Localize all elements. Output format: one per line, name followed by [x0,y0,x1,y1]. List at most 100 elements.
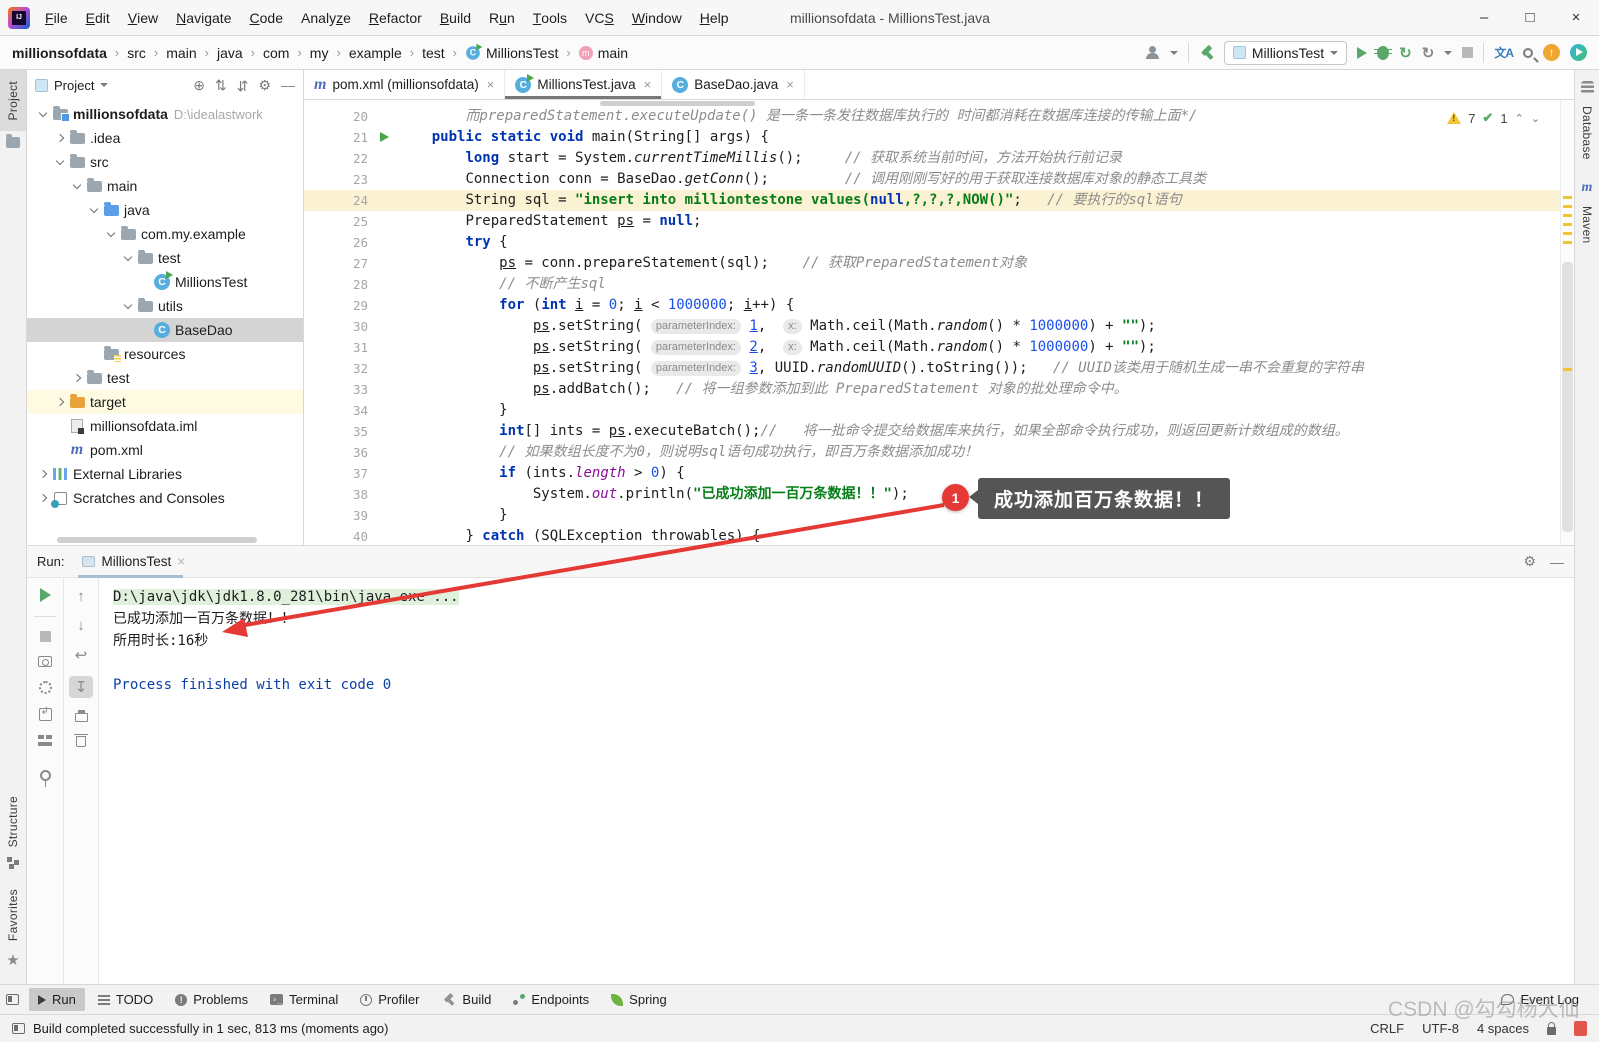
encoding-selector[interactable]: UTF-8 [1422,1021,1459,1036]
run-console-tab[interactable]: MillionsTest × [74,546,193,578]
inspection-widget[interactable]: 7 ✔ 1 ⌃ ⌄ [1447,110,1540,126]
breadcrumb-item-src[interactable]: src [127,45,146,61]
project-hscrollbar[interactable] [57,537,257,543]
code-line-30[interactable]: 30 ps.setString( parameterIndex: 1, x: M… [304,316,1574,337]
run-button[interactable] [1357,47,1367,59]
tree-chevron[interactable] [35,495,51,501]
update-icon[interactable]: ↑ [1543,44,1560,61]
minimize-button[interactable]: – [1461,0,1507,36]
menu-item-tools[interactable]: Tools [524,0,576,36]
toolwindow-button-build[interactable]: Build [432,988,500,1011]
tree-item-resources[interactable]: resources [27,342,303,366]
tree-item-com-my-example[interactable]: com.my.example [27,222,303,246]
tree-item-test[interactable]: test [27,246,303,270]
tab-close-icon[interactable]: × [644,77,652,92]
scroll-to-end-button[interactable]: ↧ [69,676,93,698]
tree-item-utils[interactable]: utils [27,294,303,318]
run-hide-icon[interactable]: — [1550,554,1564,570]
down-stack-button[interactable]: ↓ [77,617,85,634]
breadcrumb-item-test[interactable]: test [422,45,445,61]
code-line-29[interactable]: 29 for (int i = 0; i < 1000000; i++) { [304,295,1574,316]
code-line-37[interactable]: 37 if (ints.length > 0) { [304,463,1574,484]
debug-button[interactable] [1377,46,1389,60]
toolwindow-button-todo[interactable]: TODO [89,988,162,1011]
tree-chevron[interactable] [52,161,68,164]
menu-item-code[interactable]: Code [240,0,292,36]
menu-item-build[interactable]: Build [431,0,480,36]
rerun-button[interactable] [40,588,51,602]
menu-item-vcs[interactable]: VCS [576,0,623,36]
tree-chevron[interactable] [69,185,85,188]
breadcrumb-item-millionsofdata[interactable]: millionsofdata [12,45,107,61]
tree-item-src[interactable]: src [27,150,303,174]
sidebar-tab-maven[interactable]: m Maven [1575,171,1599,255]
breadcrumb-item-millionstest[interactable]: CMillionsTest [465,45,558,61]
code-line-33[interactable]: 33 ps.addBatch(); // 将一组参数添加到此 PreparedS… [304,379,1574,400]
tab-close-icon[interactable]: × [786,77,794,92]
code-line-32[interactable]: 32 ps.setString( parameterIndex: 3, UUID… [304,358,1574,379]
collapse-all-icon[interactable]: ⇅ [237,77,249,94]
tree-item-target[interactable]: target [27,390,303,414]
tree-chevron[interactable] [35,113,51,116]
sidebar-tab-favorites[interactable]: Favorites ★ [0,878,26,978]
hide-panel-icon[interactable]: — [281,77,295,93]
prev-warning-icon[interactable]: ⌃ [1515,112,1524,125]
menu-item-help[interactable]: Help [691,0,738,36]
run-config-selector[interactable]: MillionsTest [1224,41,1347,65]
profiler-dropdown-icon[interactable] [1444,51,1452,55]
code-line-31[interactable]: 31 ps.setString( parameterIndex: 2, x: M… [304,337,1574,358]
next-warning-icon[interactable]: ⌄ [1531,112,1540,125]
code-line-24[interactable]: 24 String sql = "insert into milliontest… [304,190,1574,211]
search-everywhere-icon[interactable] [1523,48,1533,58]
run-settings-icon[interactable]: ⚙ [1523,553,1536,570]
menu-item-navigate[interactable]: Navigate [167,0,240,36]
tree-item-millionsofdata-iml[interactable]: millionsofdata.iml [27,414,303,438]
project-view-label[interactable]: Project [54,78,94,93]
run-line-icon[interactable] [380,132,389,142]
tab-pom-xml-millionsofdata-[interactable]: mpom.xml (millionsofdata)× [304,70,505,99]
stop-button[interactable] [1462,47,1473,58]
tree-chevron[interactable] [52,135,68,141]
tree-item-scratches-and-consoles[interactable]: Scratches and Consoles [27,486,303,510]
restore-layout-button[interactable] [38,735,52,746]
profiler-button[interactable]: ↻ [1422,44,1435,62]
tree-item-main[interactable]: main [27,174,303,198]
sidebar-tab-project[interactable]: Project [0,70,26,131]
code-line-25[interactable]: 25 PreparedStatement ps = null; [304,211,1574,232]
expand-all-icon[interactable]: ⇅ [215,77,227,94]
folder-stripe-icon[interactable] [6,137,20,148]
tree-chevron[interactable] [120,257,136,260]
toolwindow-button-spring[interactable]: Spring [602,988,676,1011]
tree-chevron[interactable] [69,375,85,381]
code-line-34[interactable]: 34 } [304,400,1574,421]
code-line-27[interactable]: 27 ps = conn.prepareStatement(sql); // 获… [304,253,1574,274]
code-line-26[interactable]: 26 try { [304,232,1574,253]
breadcrumb-item-main[interactable]: main [166,45,196,61]
code-line-22[interactable]: 22 long start = System.currentTimeMillis… [304,148,1574,169]
build-project-icon[interactable] [1199,45,1214,60]
vcs-user-icon[interactable] [1145,46,1160,60]
maximize-button[interactable]: □ [1507,0,1553,36]
tree-item-basedao[interactable]: CBaseDao [27,318,303,342]
code-line-38[interactable]: 38 System.out.println("已成功添加一百万条数据！！"); [304,484,1574,505]
coverage-button[interactable]: ↻ [1399,44,1412,62]
project-view-dropdown-icon[interactable] [100,83,108,87]
soft-wrap-button[interactable]: ↩ [75,646,88,664]
sidebar-tab-structure[interactable]: Structure [0,785,26,878]
menu-item-file[interactable]: File [36,0,77,36]
tree-item-pom-xml[interactable]: mpom.xml [27,438,303,462]
toolwindow-button-run[interactable]: Run [29,988,85,1011]
tree-item-java[interactable]: java [27,198,303,222]
plugin-icon[interactable] [1570,44,1587,61]
lock-icon[interactable] [1547,1027,1556,1035]
code-line-23[interactable]: 23 Connection conn = BaseDao.getConn(); … [304,169,1574,190]
project-settings-icon[interactable]: ⚙ [258,77,271,94]
code-line-40[interactable]: 40 } catch (SQLException throwables) { [304,526,1574,545]
tab-close-icon[interactable]: × [487,77,495,92]
indent-selector[interactable]: 4 spaces [1477,1021,1529,1036]
toolwindow-button-profiler[interactable]: Profiler [351,988,428,1011]
pin-tab-button[interactable] [40,770,51,781]
tree-item--idea[interactable]: .idea [27,126,303,150]
coverage-settings-button[interactable] [39,681,52,694]
clear-console-button[interactable] [76,736,86,747]
